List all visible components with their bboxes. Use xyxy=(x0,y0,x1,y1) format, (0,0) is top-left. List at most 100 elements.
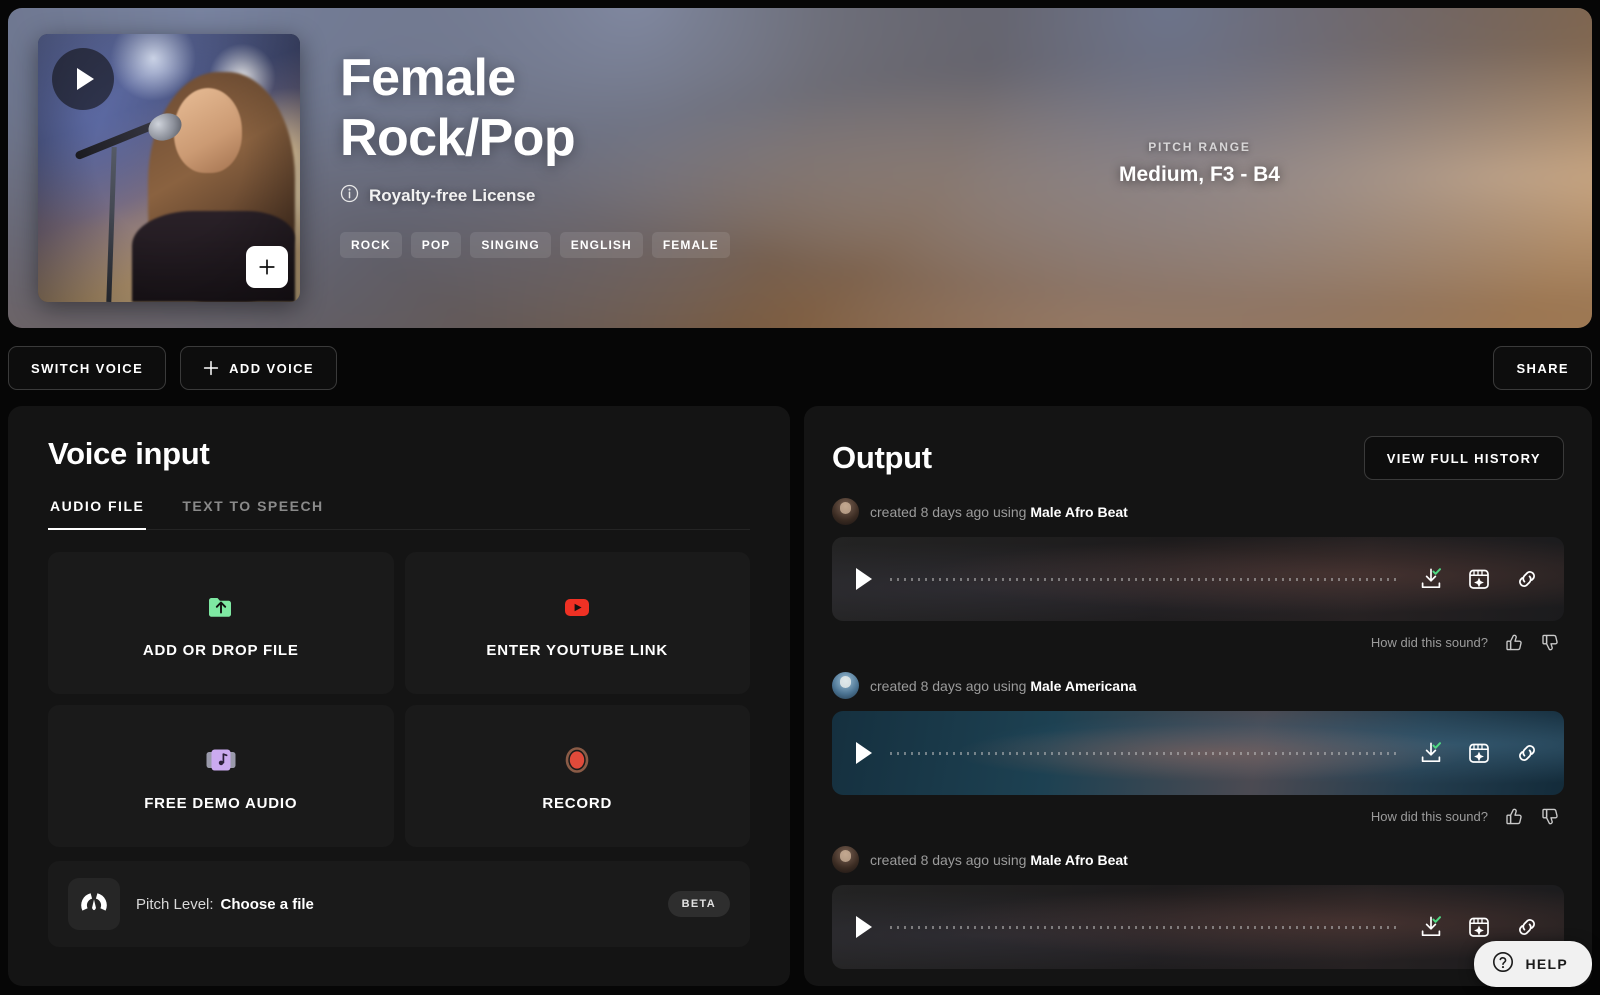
pitch-range-block: PITCH RANGE Medium, F3 - B4 xyxy=(1119,140,1280,187)
waveform[interactable] xyxy=(890,746,1400,760)
feedback-label: How did this sound? xyxy=(1370,809,1488,824)
link-icon[interactable] xyxy=(1514,740,1540,766)
license-label: Royalty-free License xyxy=(369,186,536,205)
plus-icon xyxy=(203,360,219,376)
play-icon[interactable] xyxy=(856,916,872,938)
created-text: created 8 days ago using xyxy=(870,503,1027,520)
player-actions xyxy=(1418,740,1540,766)
waveform[interactable] xyxy=(890,920,1400,934)
output-panel: Output VIEW FULL HISTORY created 8 days … xyxy=(804,406,1592,986)
thumbs-up-icon[interactable] xyxy=(1505,807,1524,826)
folder-upload-icon xyxy=(202,588,240,626)
add-voice-label: ADD VOICE xyxy=(229,360,314,376)
voice-hero-banner: Female Rock/Pop Royalty-free License ROC… xyxy=(8,8,1592,328)
view-full-history-label: VIEW FULL HISTORY xyxy=(1386,450,1541,466)
pitch-level-text: Pitch Level: Choose a file xyxy=(136,896,314,913)
created-text: created 8 days ago using xyxy=(870,677,1027,694)
download-check-icon[interactable] xyxy=(1418,740,1444,766)
record-label: RECORD xyxy=(542,794,613,812)
output-row-meta: created 8 days ago using Male Afro Beat xyxy=(832,498,1564,525)
tag-singing[interactable]: SINGING xyxy=(470,232,551,258)
enter-youtube-link-card[interactable]: ENTER YOUTUBE LINK xyxy=(404,552,750,694)
tag-english[interactable]: ENGLISH xyxy=(559,232,643,258)
voice-name: Male Afro Beat xyxy=(1030,503,1128,520)
audio-player[interactable] xyxy=(832,885,1564,969)
voice-thumbnail[interactable] xyxy=(38,34,300,302)
player-actions xyxy=(1418,566,1540,592)
tag-pop[interactable]: POP xyxy=(410,232,462,258)
youtube-icon xyxy=(558,588,596,626)
player-actions xyxy=(1418,914,1540,940)
studio-sparkle-icon[interactable] xyxy=(1466,914,1492,940)
pitch-level-value: Choose a file xyxy=(220,895,314,913)
pitch-level-bar[interactable]: Pitch Level: Choose a file BETA xyxy=(48,861,750,947)
play-icon[interactable] xyxy=(52,48,114,110)
download-check-icon[interactable] xyxy=(1418,566,1444,592)
pitch-range-value: Medium, F3 - B4 xyxy=(1118,163,1280,186)
record-icon xyxy=(558,741,596,779)
record-card[interactable]: RECORD xyxy=(404,705,750,847)
pitch-range-label: PITCH RANGE xyxy=(1148,140,1251,154)
link-icon[interactable] xyxy=(1514,914,1540,940)
free-demo-audio-label: FREE DEMO AUDIO xyxy=(144,794,298,812)
info-circle-icon[interactable] xyxy=(340,184,359,208)
free-demo-audio-card[interactable]: FREE DEMO AUDIO xyxy=(48,705,394,847)
output-row: created 8 days ago using Male Afro Beat xyxy=(832,498,1564,666)
play-icon[interactable] xyxy=(856,568,872,590)
audio-player[interactable] xyxy=(832,537,1564,621)
waveform[interactable] xyxy=(890,572,1400,586)
main-content: Voice input AUDIO FILE TEXT TO SPEECH AD… xyxy=(0,406,1600,986)
output-row: created 8 days ago using Male Americana xyxy=(832,672,1564,840)
tab-text-to-speech[interactable]: TEXT TO SPEECH xyxy=(180,498,325,530)
play-icon[interactable] xyxy=(856,742,872,764)
output-row-created: created 8 days ago using Male Americana xyxy=(870,678,1136,694)
share-button[interactable]: SHARE xyxy=(1493,346,1592,390)
thumbs-up-icon[interactable] xyxy=(1505,633,1524,652)
thumbs-down-icon[interactable] xyxy=(1541,633,1560,652)
output-rows: created 8 days ago using Male Afro Beat xyxy=(832,498,1564,969)
share-label: SHARE xyxy=(1516,360,1569,376)
tag-rock[interactable]: ROCK xyxy=(340,232,402,258)
beta-badge: BETA xyxy=(667,891,730,917)
feedback-row: How did this sound? xyxy=(832,795,1564,840)
enter-youtube-link-label: ENTER YOUTUBE LINK xyxy=(486,641,669,659)
voice-input-panel: Voice input AUDIO FILE TEXT TO SPEECH AD… xyxy=(8,406,790,986)
output-row: created 8 days ago using Male Afro Beat xyxy=(832,846,1564,969)
add-or-drop-file-card[interactable]: ADD OR DROP FILE xyxy=(48,552,394,694)
feedback-row: How did this sound? xyxy=(832,621,1564,666)
studio-sparkle-icon[interactable] xyxy=(1466,740,1492,766)
add-or-drop-file-label: ADD OR DROP FILE xyxy=(142,641,299,659)
download-check-icon[interactable] xyxy=(1418,914,1444,940)
plus-icon[interactable] xyxy=(246,246,288,288)
output-header: Output VIEW FULL HISTORY xyxy=(832,436,1564,480)
tag-list: ROCK POP SINGING ENGLISH FEMALE xyxy=(340,232,1562,258)
view-full-history-button[interactable]: VIEW FULL HISTORY xyxy=(1363,436,1564,480)
avatar xyxy=(832,672,859,699)
voice-name: Male Americana xyxy=(1030,677,1137,694)
feedback-label: How did this sound? xyxy=(1370,635,1488,650)
add-voice-button[interactable]: ADD VOICE xyxy=(180,346,337,390)
license-row: Royalty-free License xyxy=(340,184,1562,208)
output-row-meta: created 8 days ago using Male Americana xyxy=(832,672,1564,699)
help-widget[interactable]: HELP xyxy=(1474,941,1592,987)
voice-input-cards: ADD OR DROP FILE ENTER YOUTUBE LINK FREE… xyxy=(48,552,750,847)
studio-sparkle-icon[interactable] xyxy=(1466,566,1492,592)
page-title: Female Rock/Pop xyxy=(340,49,576,167)
voice-name: Male Afro Beat xyxy=(1030,851,1128,868)
help-label: HELP xyxy=(1525,956,1568,972)
thumbs-down-icon[interactable] xyxy=(1541,807,1560,826)
avatar xyxy=(832,498,859,525)
tag-female[interactable]: FEMALE xyxy=(651,232,730,258)
voice-input-heading: Voice input xyxy=(48,436,210,471)
voice-action-bar: SWITCH VOICE ADD VOICE SHARE xyxy=(0,328,1600,406)
tab-audio-file[interactable]: AUDIO FILE xyxy=(48,498,147,530)
output-row-meta: created 8 days ago using Male Afro Beat xyxy=(832,846,1564,873)
switch-voice-button[interactable]: SWITCH VOICE xyxy=(8,346,167,390)
link-icon[interactable] xyxy=(1514,566,1540,592)
avatar xyxy=(832,846,859,873)
switch-voice-label: SWITCH VOICE xyxy=(31,360,144,376)
question-circle-icon xyxy=(1492,951,1514,978)
output-heading: Output xyxy=(832,440,932,475)
voice-input-tabs: AUDIO FILE TEXT TO SPEECH xyxy=(48,498,750,530)
audio-player[interactable] xyxy=(832,711,1564,795)
